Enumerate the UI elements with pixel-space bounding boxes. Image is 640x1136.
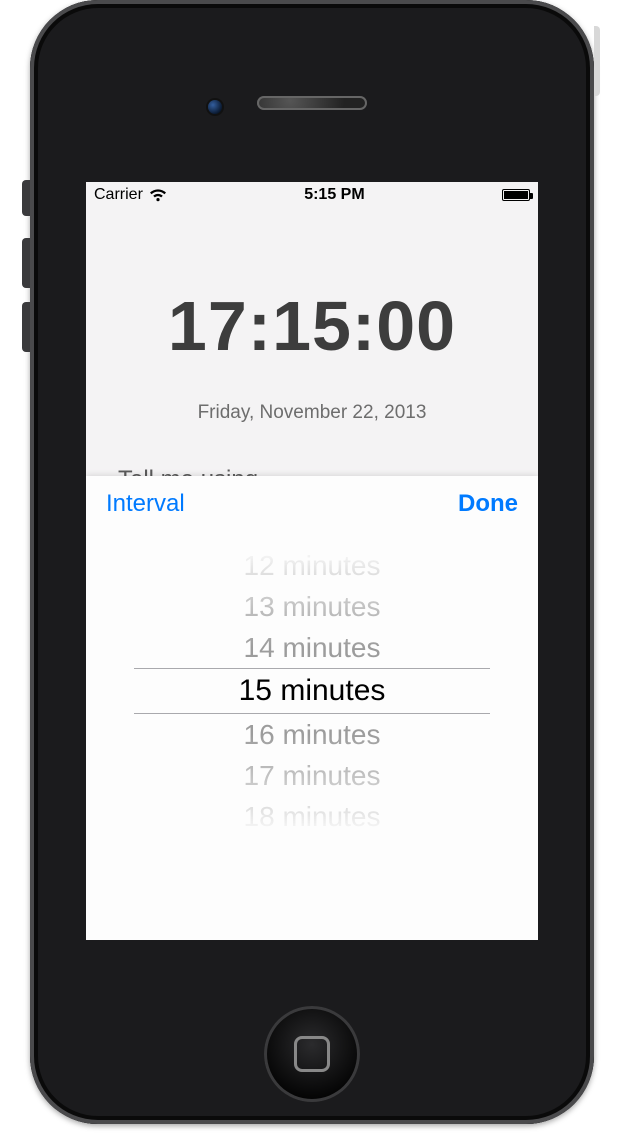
picker-option[interactable]: 16 minutes: [244, 714, 381, 755]
picker-option[interactable]: 13 minutes: [244, 586, 381, 627]
phone-frame: Carrier 5:15 PM 17:15:00 Friday, Novembe…: [30, 0, 594, 1124]
screen: Carrier 5:15 PM 17:15:00 Friday, Novembe…: [86, 182, 538, 940]
home-button[interactable]: [264, 1006, 360, 1102]
earpiece-speaker: [257, 96, 367, 110]
status-bar: Carrier 5:15 PM: [86, 182, 538, 208]
front-camera: [208, 100, 222, 114]
interval-picker[interactable]: 12 minutes13 minutes14 minutes15 minutes…: [86, 546, 538, 836]
clock-date: Friday, November 22, 2013: [86, 402, 538, 424]
sheet-header: Interval Done: [86, 476, 538, 528]
battery-icon: [502, 189, 530, 201]
silence-switch: [22, 180, 30, 216]
done-button[interactable]: Done: [458, 490, 518, 518]
picker-option[interactable]: 17 minutes: [244, 755, 381, 796]
picker-option[interactable]: 12 minutes: [244, 546, 381, 586]
picker-option[interactable]: 14 minutes: [244, 627, 381, 668]
sheet-title: Interval: [106, 490, 185, 518]
clock-time: 17:15:00: [86, 286, 538, 366]
interval-picker-sheet: Interval Done 12 minutes13 minutes14 min…: [86, 476, 538, 940]
picker-option-selected[interactable]: 15 minutes: [239, 668, 386, 714]
status-time: 5:15 PM: [304, 186, 364, 204]
wifi-icon: [149, 188, 167, 202]
volume-up-button: [22, 238, 30, 288]
carrier-label: Carrier: [94, 186, 143, 204]
volume-down-button: [22, 302, 30, 352]
power-button: [594, 26, 600, 96]
picker-option[interactable]: 18 minutes: [244, 796, 381, 836]
